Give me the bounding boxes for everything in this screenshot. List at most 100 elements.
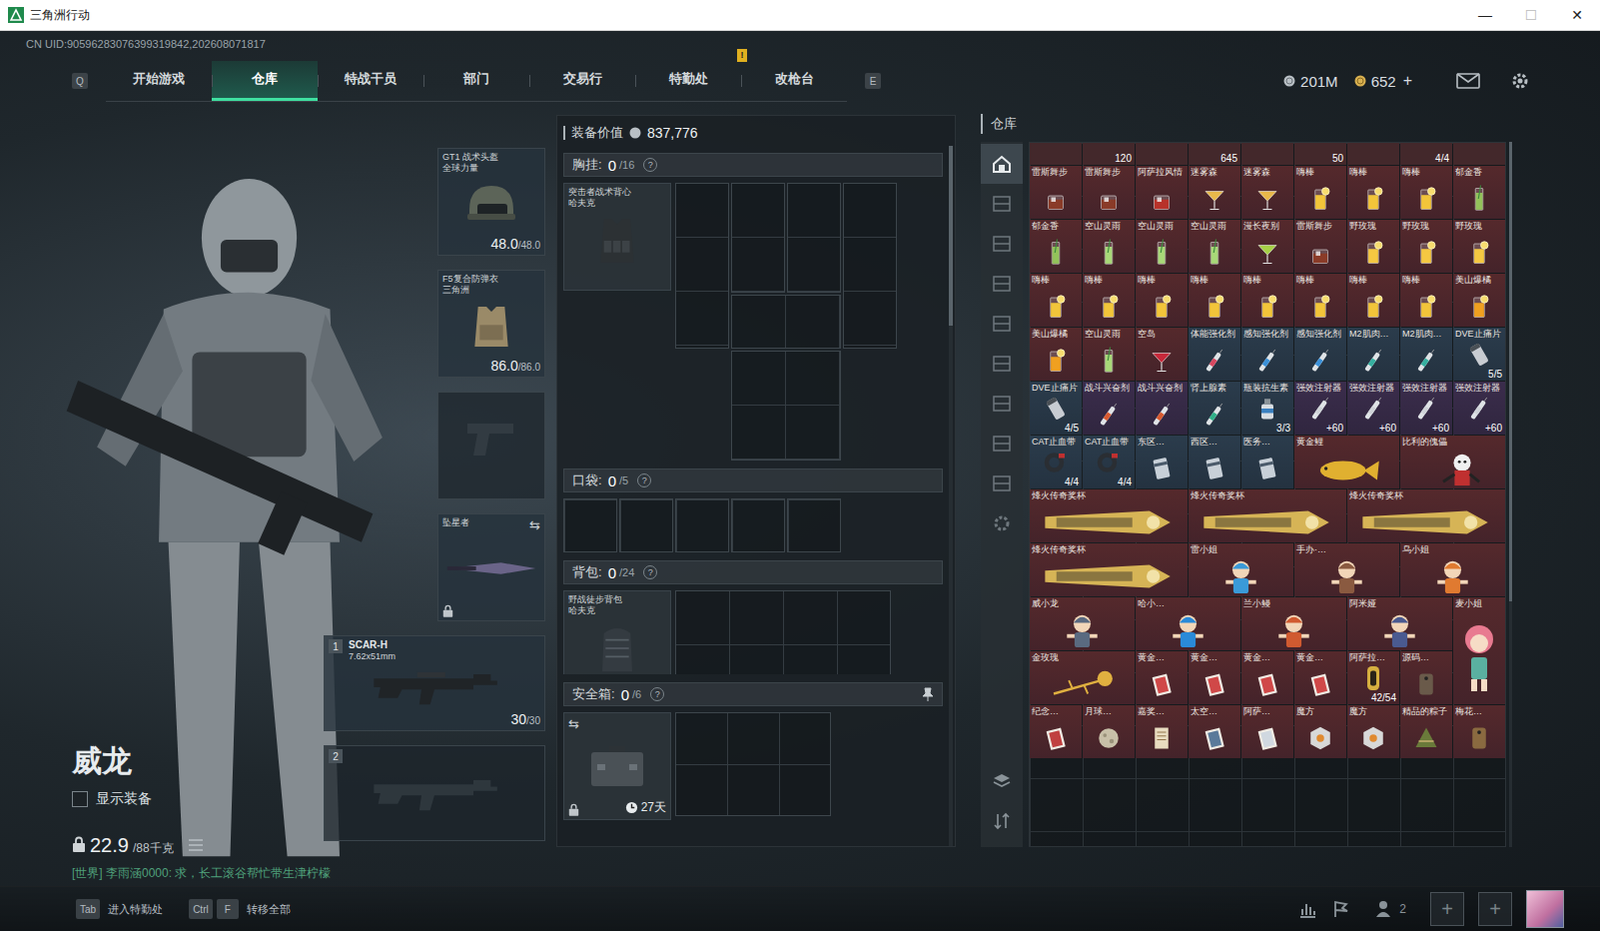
stash-item[interactable]: 嗨棒 xyxy=(1347,165,1400,219)
stash-item[interactable]: 兰小鳗 xyxy=(1241,597,1347,651)
weapon-slot[interactable]: 2 xyxy=(323,745,546,841)
container-item[interactable]: 野战徒步背包哈夫克 xyxy=(563,590,672,675)
swap-icon[interactable]: ⇆ xyxy=(529,517,541,533)
rig-slot[interactable] xyxy=(731,350,841,461)
stash-item[interactable]: 雷小姐 xyxy=(1188,543,1294,597)
mail-icon[interactable] xyxy=(1456,72,1481,89)
nav-tab[interactable]: 特战干员 xyxy=(317,60,424,101)
nav-tab[interactable]: 改枪台 xyxy=(741,60,847,101)
stash-item[interactable]: 烽火传奇奖杯 xyxy=(1347,489,1506,543)
key-hint[interactable]: CtrlF转移全部 xyxy=(188,898,291,919)
stash-tab[interactable] xyxy=(980,263,1023,304)
pistol-slot[interactable] xyxy=(437,391,546,500)
rig-slot[interactable] xyxy=(731,182,786,293)
rig-slot[interactable] xyxy=(787,182,841,293)
checkbox[interactable] xyxy=(71,791,88,807)
stash-item[interactable]: 感知强化剂 xyxy=(1241,327,1294,381)
help-button[interactable]: ? xyxy=(643,157,658,172)
stash-item[interactable]: 黄金… xyxy=(1135,651,1188,705)
show-gear-toggle[interactable]: 显示装备 xyxy=(71,790,322,808)
help-button[interactable]: ? xyxy=(650,687,665,702)
stash-item[interactable]: DVE止痛片4/5 xyxy=(1029,381,1082,435)
pocket-slot[interactable] xyxy=(787,498,841,553)
stash-item[interactable]: 嗨棒 xyxy=(1188,273,1241,327)
stash-tool[interactable] xyxy=(980,761,1023,801)
melee-slot[interactable]: 坠星者⇆ xyxy=(437,513,546,622)
stash-item[interactable]: 野玫瑰 xyxy=(1347,219,1400,273)
stash-tab[interactable] xyxy=(980,463,1023,504)
stash-item[interactable]: 50 xyxy=(1294,142,1347,165)
armor-slot[interactable]: F5复合防弹衣三角洲86.0/86.0 xyxy=(437,269,546,378)
stash-item[interactable] xyxy=(1453,142,1506,165)
stash-item[interactable]: 强效注射器+60 xyxy=(1453,381,1506,435)
stats-chart-icon[interactable] xyxy=(1297,898,1318,919)
stash-item[interactable]: 西区… xyxy=(1188,435,1241,489)
help-button[interactable]: ? xyxy=(637,473,652,488)
stash-item[interactable]: 嗨棒 xyxy=(1347,273,1400,327)
stash-tab[interactable] xyxy=(980,343,1023,384)
stash-item[interactable]: 金玫瑰 xyxy=(1029,651,1135,705)
world-chat[interactable]: [世界] 李雨涵0000: 求，长工滚谷帮忙带生津柠檬 xyxy=(0,862,546,886)
stash-item[interactable]: 黄金鲤 xyxy=(1294,435,1400,489)
stash-item[interactable]: 战斗兴奋剂 xyxy=(1135,381,1188,435)
backpack-slots[interactable] xyxy=(675,590,891,675)
stash-item[interactable]: 雷斯舞步 xyxy=(1029,165,1082,219)
stash-item[interactable]: 雷斯舞步 xyxy=(1082,165,1135,219)
stash-item[interactable]: 美山爆橘 xyxy=(1453,273,1506,327)
stash-item[interactable]: 645 xyxy=(1188,142,1241,165)
stash-scrollbar[interactable] xyxy=(1509,141,1513,847)
stash-item[interactable]: 阿萨… xyxy=(1241,705,1294,759)
stash-item[interactable]: 漫长夜别 xyxy=(1241,219,1294,273)
weapon-slot[interactable]: 1SCAR-H7.62x51mm30/30 xyxy=(323,635,546,732)
nav-tab[interactable]: 部门 xyxy=(423,60,530,101)
stash-item[interactable]: 阿米娅 xyxy=(1347,597,1453,651)
stash-item[interactable]: 强效注射器+60 xyxy=(1294,381,1347,435)
nav-tab[interactable]: 交易行 xyxy=(529,60,636,101)
add-currency-button[interactable]: + xyxy=(1403,71,1413,90)
settings-gear-icon[interactable] xyxy=(1510,70,1531,91)
stash-tab[interactable] xyxy=(980,303,1023,344)
stash-item[interactable]: 雷斯舞步 xyxy=(1294,219,1347,273)
stash-item[interactable]: 黄金… xyxy=(1294,651,1347,705)
invite-slot[interactable]: + xyxy=(1430,891,1465,926)
stash-item[interactable]: 120 xyxy=(1082,142,1135,165)
list-icon[interactable] xyxy=(187,837,204,852)
key-hint[interactable]: Tab进入特勤处 xyxy=(75,898,163,919)
stash-item[interactable]: 太空… xyxy=(1188,705,1241,759)
stash-item[interactable]: 纪念… xyxy=(1029,705,1082,759)
stash-item[interactable]: 嘉奖… xyxy=(1135,705,1188,759)
stash-item[interactable]: 乌小姐 xyxy=(1400,543,1506,597)
scrollbar[interactable] xyxy=(948,145,953,846)
stash-item[interactable]: 空山灵雨 xyxy=(1135,219,1188,273)
stash-item[interactable]: 嗨棒 xyxy=(1241,273,1294,327)
stash-item[interactable]: 黄金… xyxy=(1241,651,1294,705)
stash-item[interactable]: 嗨棒 xyxy=(1082,273,1135,327)
stash-item[interactable]: 烽火传奇奖杯 xyxy=(1029,543,1188,597)
pocket-slot[interactable] xyxy=(619,498,674,553)
pocket-slot[interactable] xyxy=(675,498,730,553)
rig-slot[interactable] xyxy=(731,294,841,349)
stash-item[interactable]: 医务… xyxy=(1241,435,1294,489)
nav-tab[interactable]: 仓库 xyxy=(211,60,318,101)
rig-slot[interactable] xyxy=(842,182,897,349)
stash-item[interactable] xyxy=(1347,142,1400,165)
flag-icon[interactable] xyxy=(1331,898,1352,919)
stash-item[interactable]: 魔方 xyxy=(1347,705,1400,759)
stash-tab[interactable] xyxy=(980,183,1023,224)
stash-item[interactable]: 迷雾森 xyxy=(1241,165,1294,219)
nav-tab[interactable]: 开始游戏 xyxy=(105,60,212,101)
stash-item[interactable]: M2肌肉… xyxy=(1400,327,1453,381)
stash-tab[interactable] xyxy=(980,423,1023,464)
stash-tab[interactable] xyxy=(980,223,1023,264)
stash-item[interactable]: CAT止血带4/4 xyxy=(1082,435,1135,489)
stash-item[interactable]: 嗨棒 xyxy=(1294,273,1347,327)
stash-item[interactable]: 嗨棒 xyxy=(1135,273,1188,327)
stash-item[interactable]: 强效注射器+60 xyxy=(1400,381,1453,435)
next-tab-key[interactable]: E xyxy=(864,72,881,89)
stash-item[interactable]: 精品的粽子 xyxy=(1400,705,1453,759)
container-item[interactable]: 突击者战术背心哈夫克 xyxy=(563,182,672,291)
stash-item[interactable]: 美山爆橘 xyxy=(1029,327,1082,381)
stash-item[interactable]: 空山灵雨 xyxy=(1082,327,1135,381)
stash-item[interactable]: 东区… xyxy=(1135,435,1188,489)
container-item[interactable]: ⇆27天 xyxy=(563,712,672,820)
